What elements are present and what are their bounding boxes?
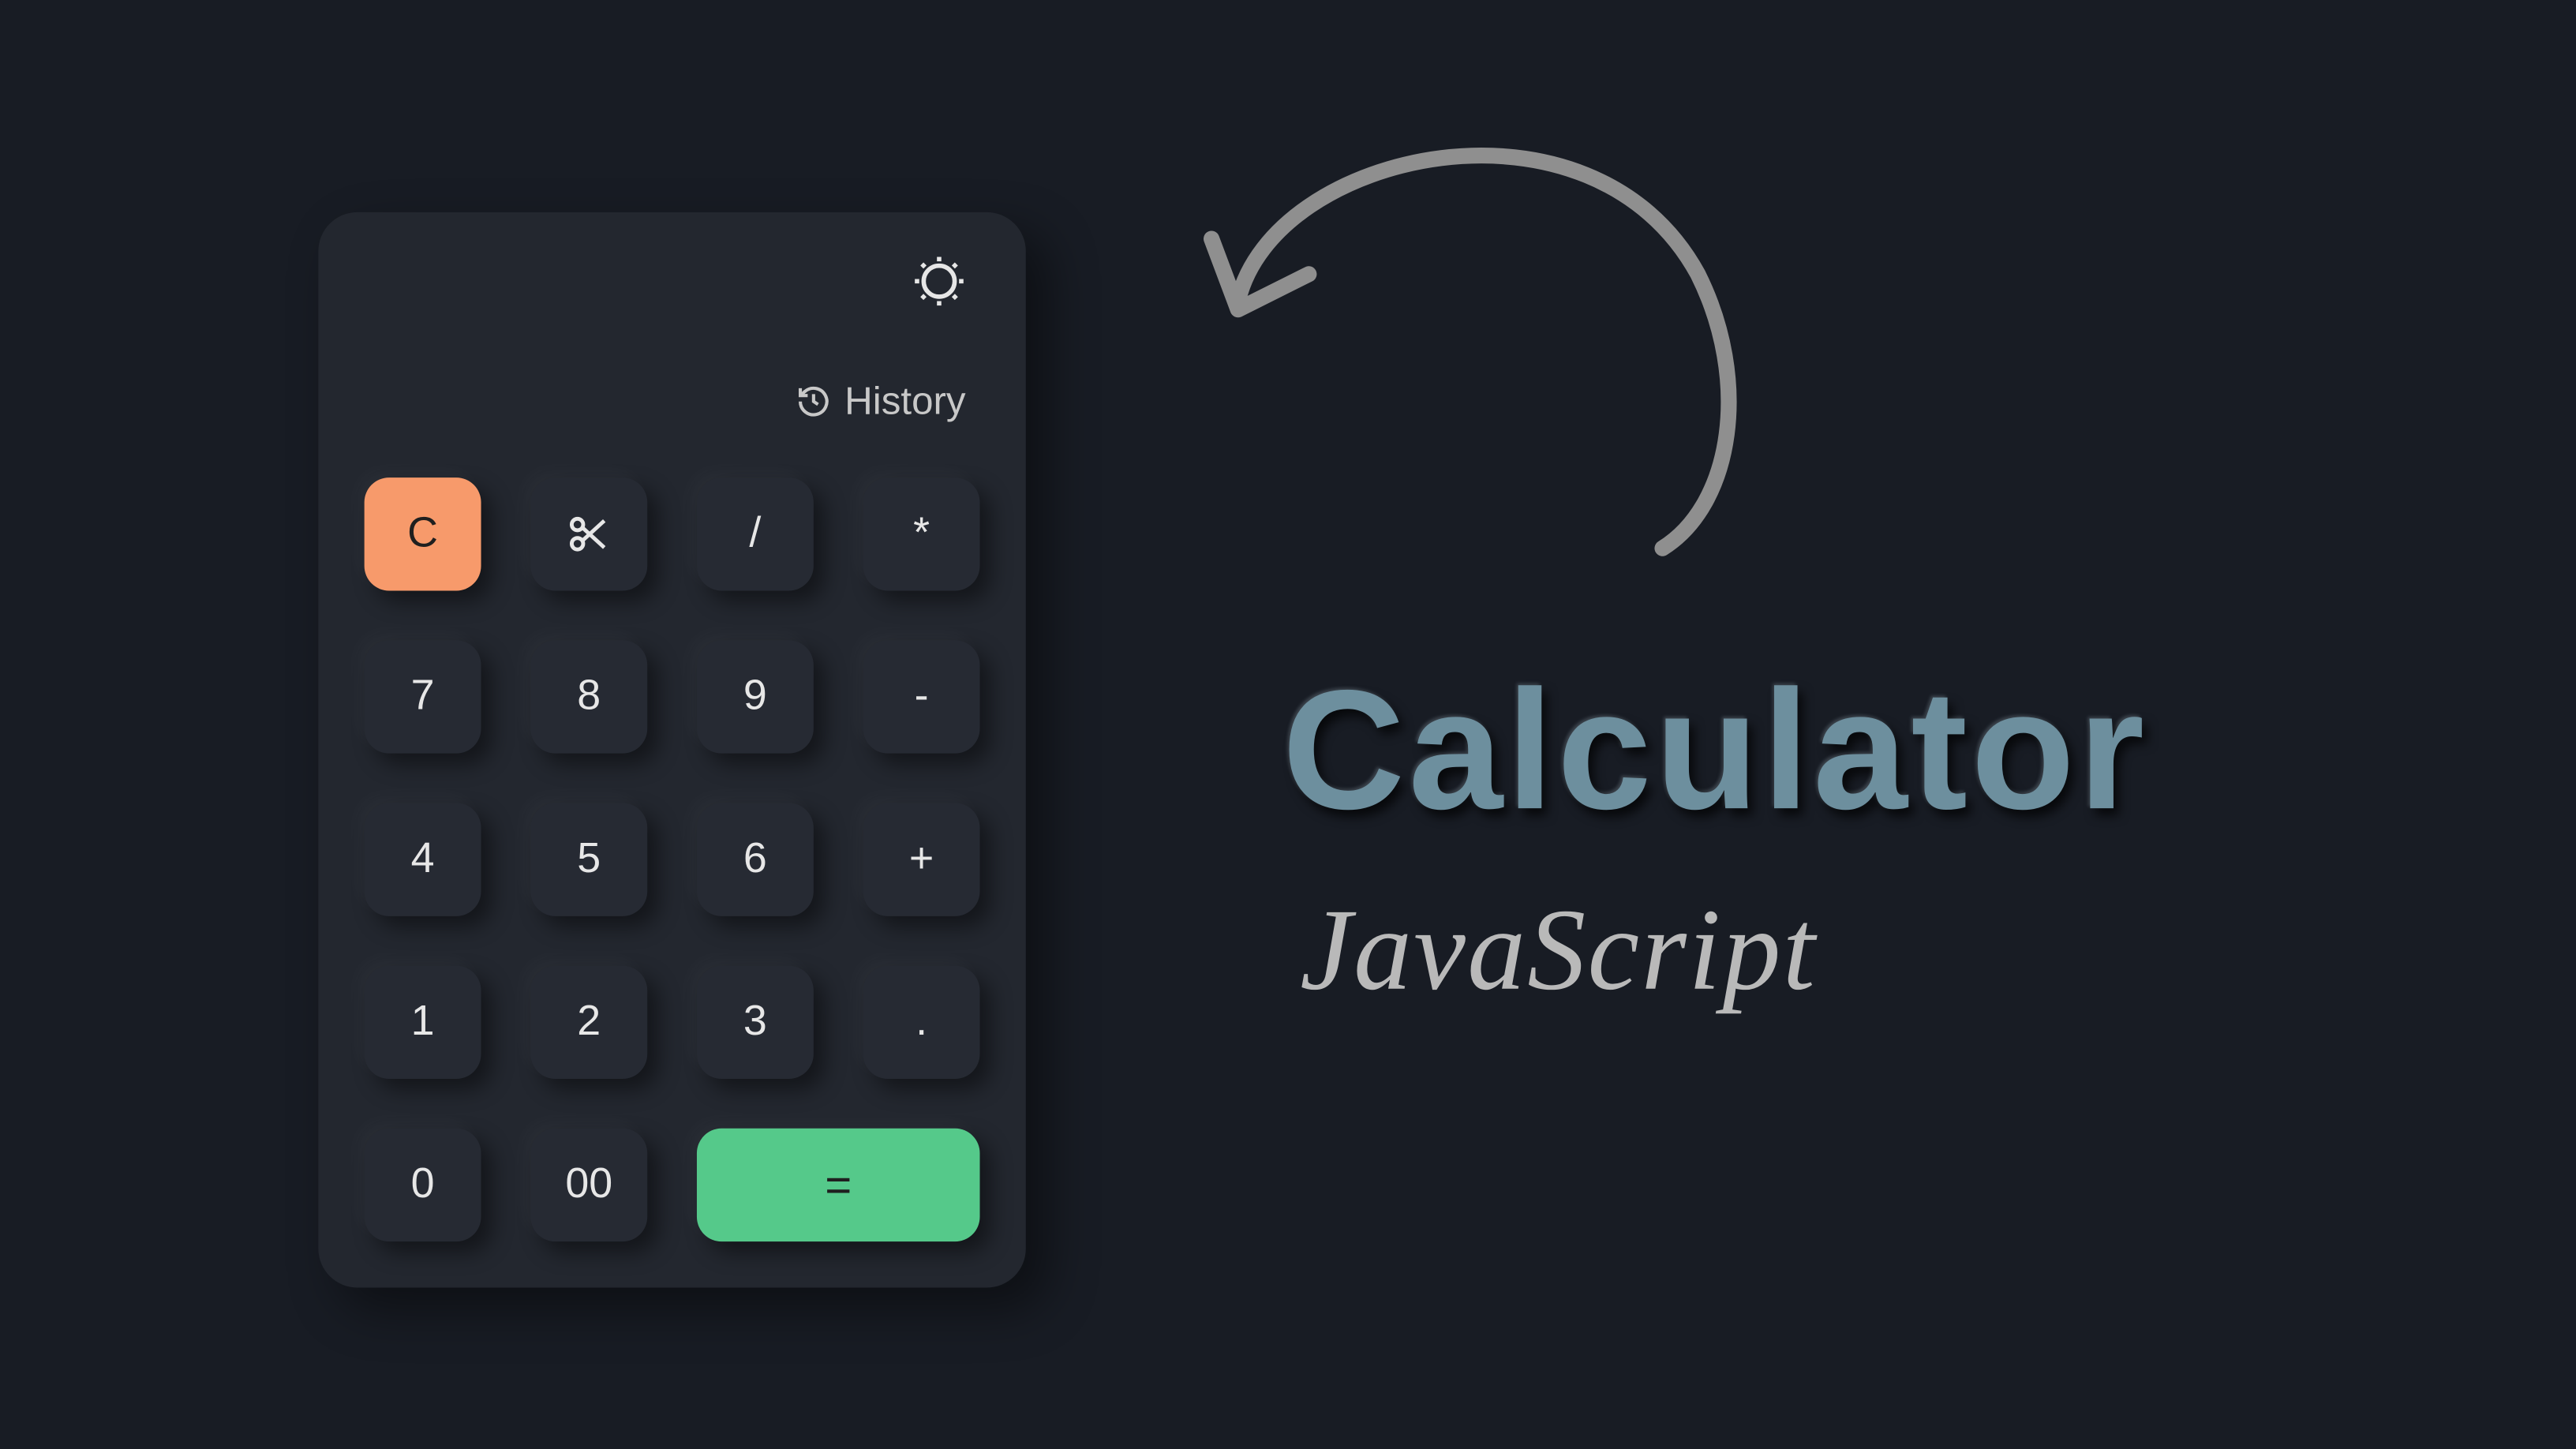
nine-button[interactable]: 9 xyxy=(697,640,814,753)
clear-button[interactable]: C xyxy=(365,477,481,590)
two-button[interactable]: 2 xyxy=(530,966,647,1079)
main-title: Calculator xyxy=(1282,654,2148,849)
settings-button[interactable] xyxy=(912,255,965,308)
one-button[interactable]: 1 xyxy=(365,966,481,1079)
seven-button[interactable]: 7 xyxy=(365,640,481,753)
five-button[interactable]: 5 xyxy=(530,803,647,915)
equals-button[interactable]: = xyxy=(697,1129,980,1241)
three-button[interactable]: 3 xyxy=(697,966,814,1079)
calculator-panel: History C / * 7 8 9 - 4 5 6 + 1 xyxy=(318,212,1025,1288)
double-zero-button[interactable]: 00 xyxy=(530,1129,647,1241)
history-button[interactable]: History xyxy=(365,379,980,425)
history-icon xyxy=(795,384,830,419)
four-button[interactable]: 4 xyxy=(365,803,481,915)
gear-icon xyxy=(912,255,965,308)
curved-arrow-icon xyxy=(1150,97,1787,592)
eight-button[interactable]: 8 xyxy=(530,640,647,753)
keypad: C / * 7 8 9 - 4 5 6 + 1 2 3 . xyxy=(365,477,980,1241)
multiply-button[interactable]: * xyxy=(863,477,980,590)
six-button[interactable]: 6 xyxy=(697,803,814,915)
calc-top-bar xyxy=(365,255,980,308)
scissors-icon xyxy=(566,511,612,557)
divide-button[interactable]: / xyxy=(697,477,814,590)
history-label: History xyxy=(844,379,965,425)
zero-button[interactable]: 0 xyxy=(365,1129,481,1241)
backspace-button[interactable] xyxy=(530,477,647,590)
subtitle: JavaScript xyxy=(1300,885,1817,1019)
minus-button[interactable]: - xyxy=(863,640,980,753)
dot-button[interactable]: . xyxy=(863,966,980,1079)
plus-button[interactable]: + xyxy=(863,803,980,915)
